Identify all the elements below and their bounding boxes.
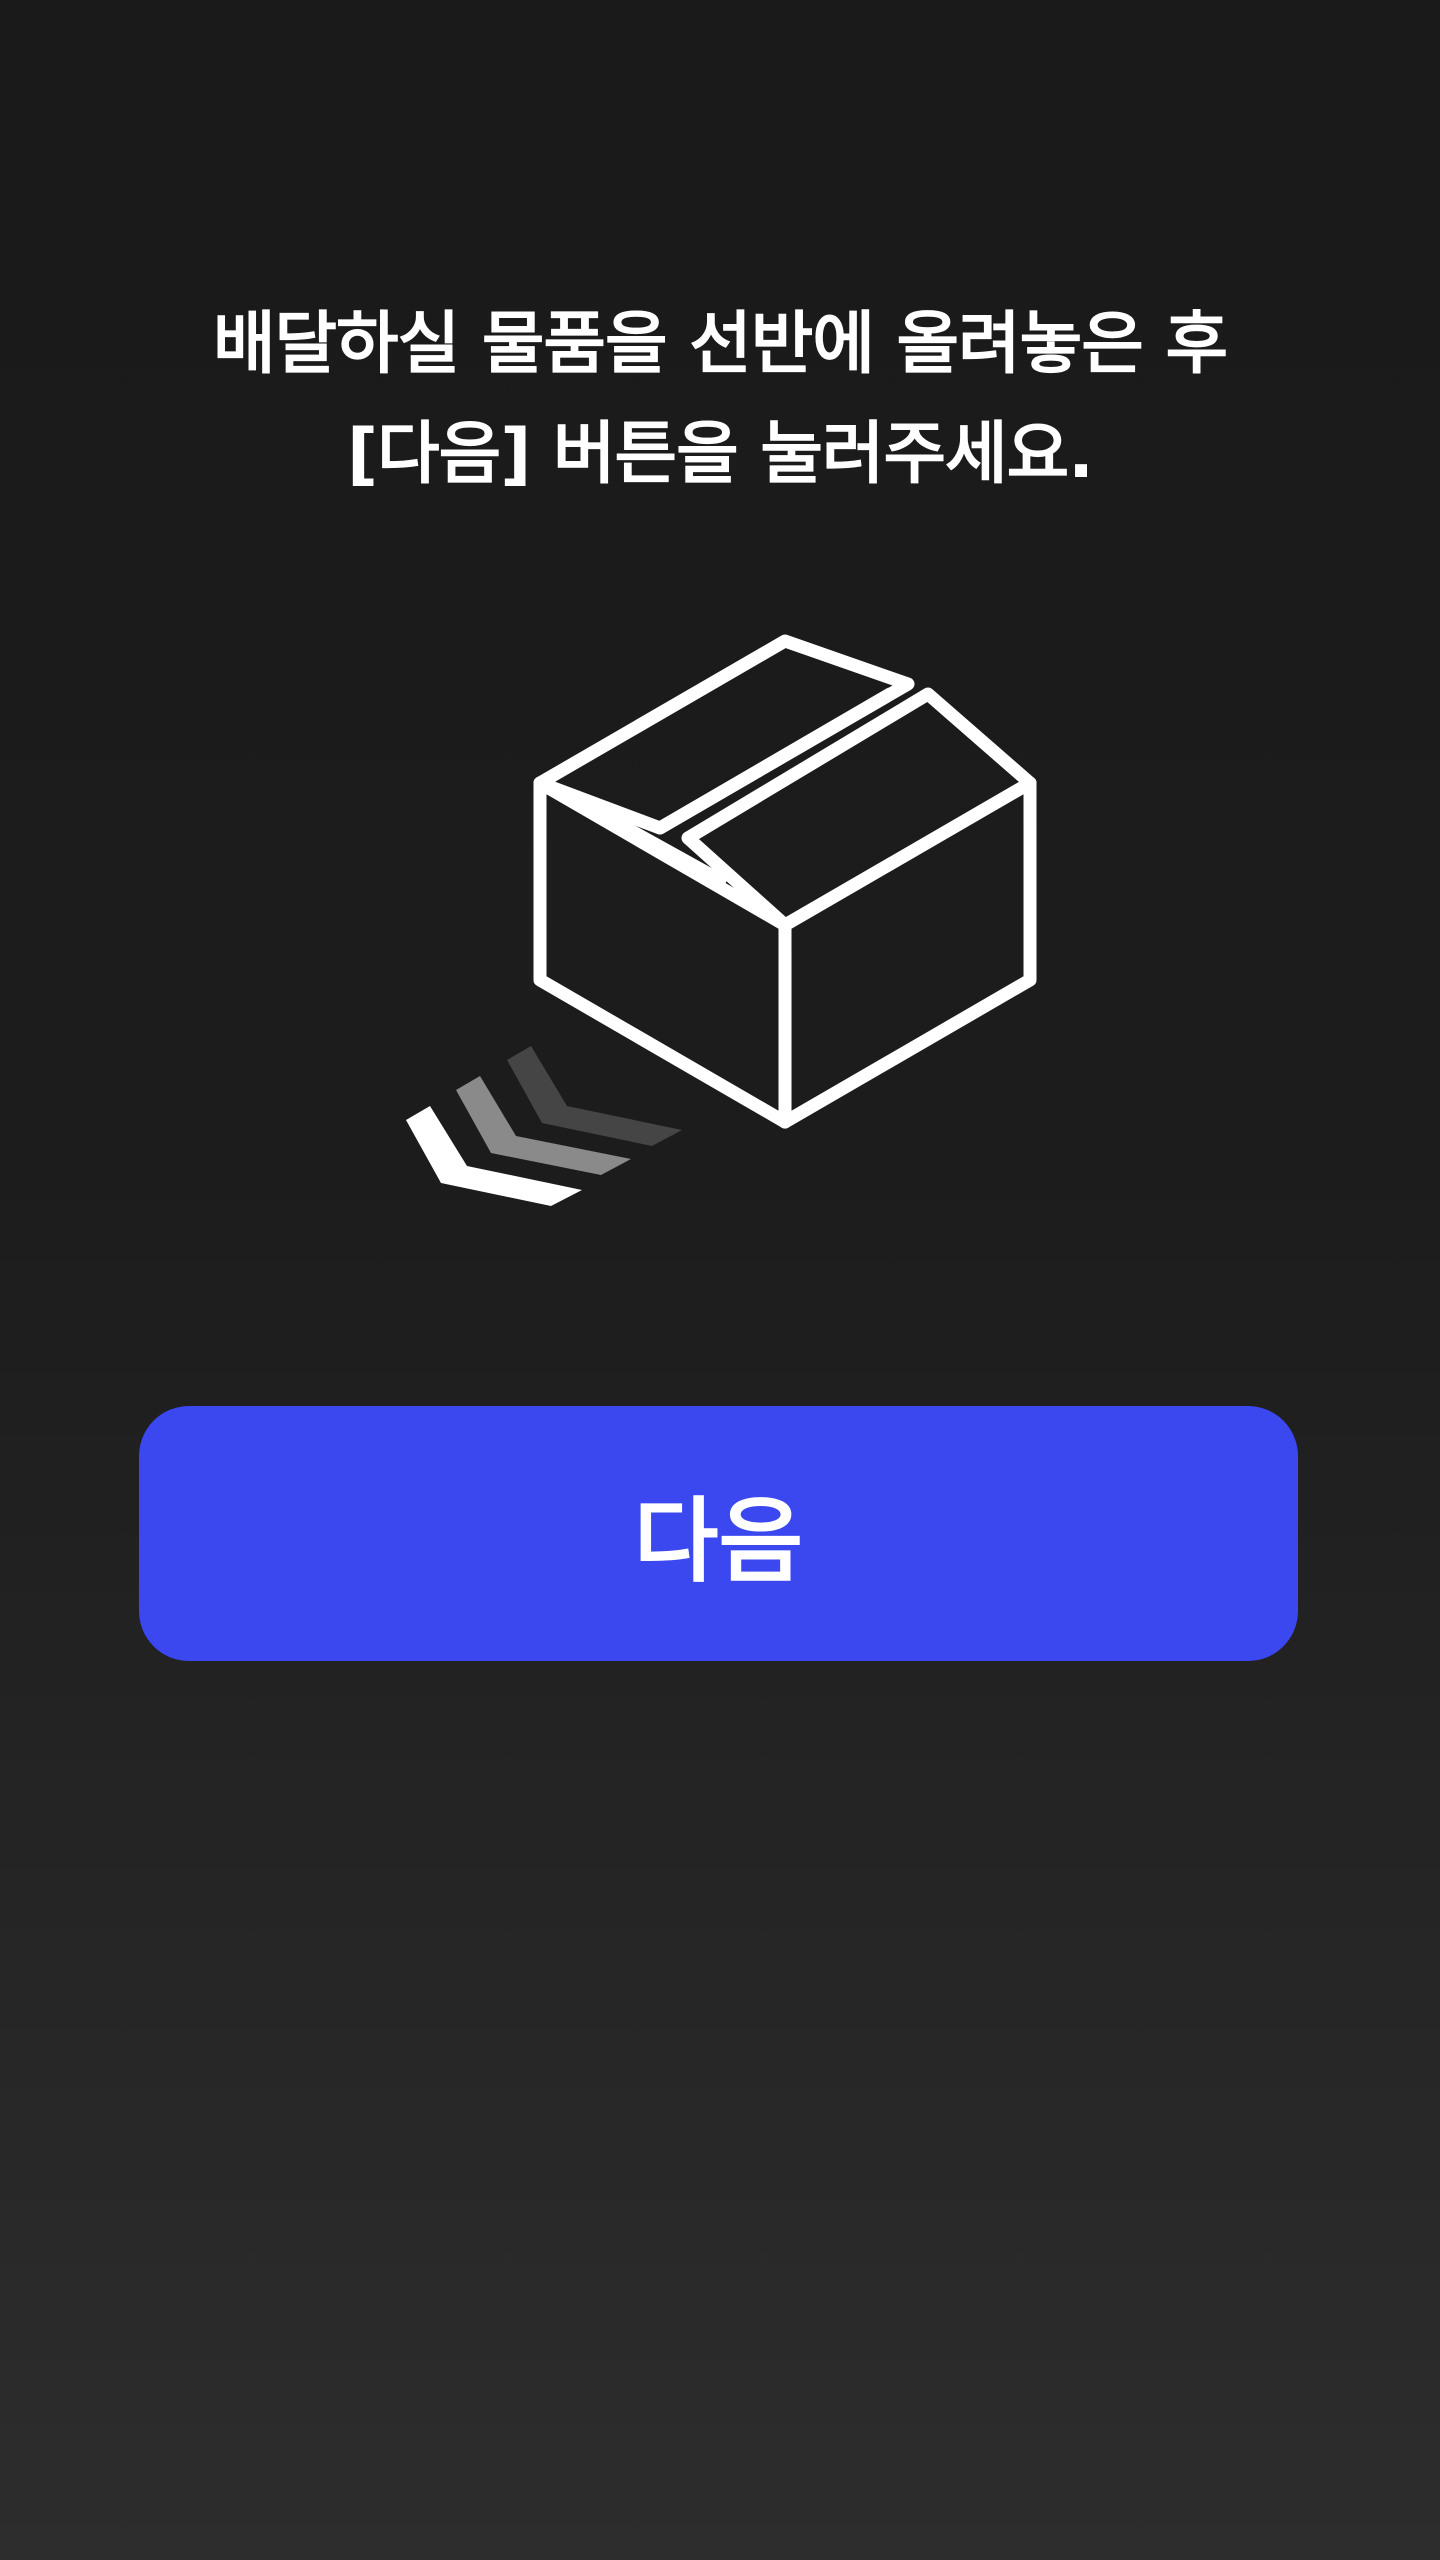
- instruction-text: 배달하실 물품을 선반에 올려놓은 후 [다음] 버튼을 눌러주세요.: [0, 290, 1440, 510]
- instruction-line-1: 배달하실 물품을 선반에 올려놓은 후: [212, 305, 1228, 384]
- next-button[interactable]: 다음: [139, 1406, 1298, 1661]
- package-illustration: [406, 634, 1037, 1206]
- package-box-icon: [533, 634, 1037, 1129]
- next-button-label: 다음: [633, 1488, 804, 1595]
- instruction-line-2: [다음] 버튼을 눌러주세요.: [347, 415, 1094, 494]
- delivery-shelf-screen: 배달하실 물품을 선반에 올려놓은 후 [다음] 버튼을 눌러주세요. 다음: [0, 0, 1440, 2560]
- motion-chevrons-icon: [406, 1046, 682, 1206]
